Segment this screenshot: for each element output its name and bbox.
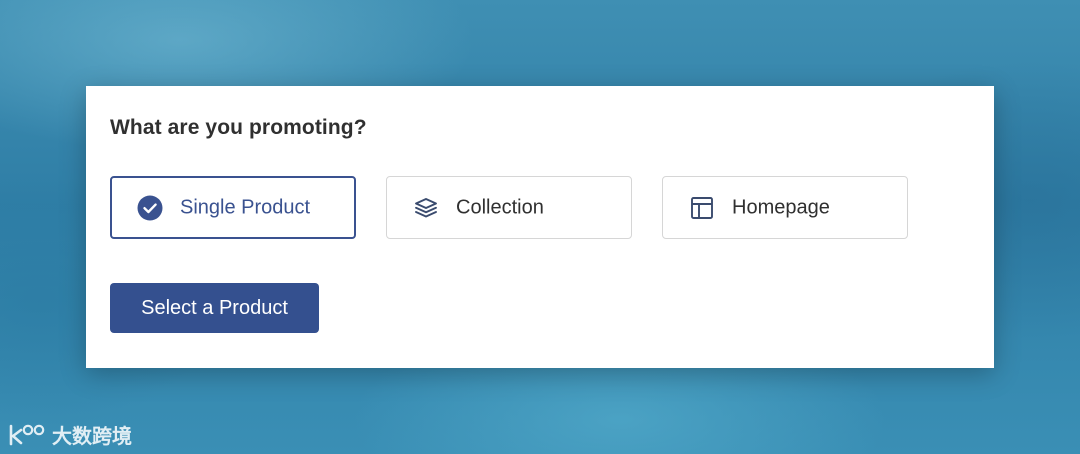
select-product-button[interactable]: Select a Product — [110, 283, 319, 333]
panel-question: What are you promoting? — [110, 116, 367, 139]
k100-logo — [9, 424, 45, 445]
option-label: Collection — [456, 196, 544, 218]
option-single-product[interactable]: Single Product — [110, 176, 356, 239]
checkmark-circle-icon — [137, 195, 163, 221]
option-label: Homepage — [732, 196, 830, 218]
watermark-text: 大数跨境 — [52, 424, 132, 448]
layout-page-icon — [689, 195, 715, 221]
option-label: Single Product — [180, 196, 311, 218]
option-collection[interactable]: Collection — [386, 176, 632, 239]
option-homepage[interactable]: Homepage — [662, 176, 908, 239]
layers-stack-icon — [413, 195, 439, 221]
watermark: 大数跨境 — [8, 420, 132, 449]
promotion-panel: What are you promoting? Single Product C… — [86, 86, 994, 368]
